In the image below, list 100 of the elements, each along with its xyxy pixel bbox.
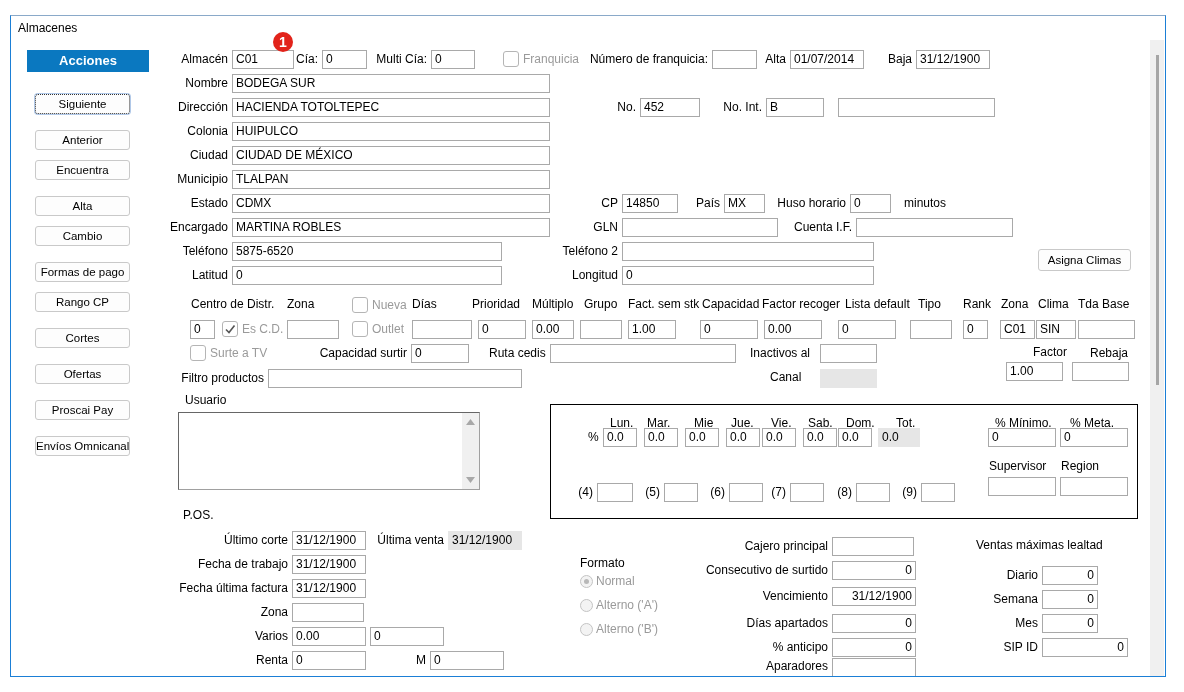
input-field[interactable]: 0 bbox=[322, 50, 367, 69]
sidebar-button[interactable]: Ofertas bbox=[35, 364, 130, 384]
input-field[interactable]: 0 bbox=[190, 320, 215, 339]
input-field[interactable]: MX bbox=[724, 194, 765, 213]
input-field[interactable]: 0 bbox=[431, 50, 475, 69]
input-field[interactable] bbox=[910, 320, 952, 339]
input-field[interactable] bbox=[832, 537, 914, 556]
input-field[interactable]: 0.0 bbox=[644, 428, 678, 447]
sidebar-button[interactable]: Alta bbox=[35, 196, 130, 216]
input-field[interactable]: 0.0 bbox=[726, 428, 760, 447]
input-field[interactable]: C01 bbox=[1000, 320, 1035, 339]
input-field[interactable]: 0.0 bbox=[603, 428, 637, 447]
assign-button[interactable]: Asigna Climas bbox=[1038, 249, 1131, 271]
sidebar-button[interactable]: Proscai Pay bbox=[35, 400, 130, 420]
input-field[interactable]: CDMX bbox=[232, 194, 550, 213]
input-field[interactable]: 0.0 bbox=[685, 428, 719, 447]
input-field[interactable] bbox=[268, 369, 522, 388]
sidebar-button[interactable]: Encuentra bbox=[35, 160, 130, 180]
input-field[interactable]: 0 bbox=[232, 266, 502, 285]
input-field[interactable]: 0.0 bbox=[838, 428, 872, 447]
input-field[interactable] bbox=[838, 98, 995, 117]
input-field[interactable]: 0 bbox=[430, 651, 504, 670]
input-field[interactable]: 0 bbox=[292, 651, 366, 670]
input-field[interactable]: 0.0 bbox=[803, 428, 837, 447]
input-field[interactable] bbox=[856, 218, 1013, 237]
input-field[interactable] bbox=[712, 50, 757, 69]
field-label: Días bbox=[412, 297, 437, 312]
field-label: Ruta cedis bbox=[489, 346, 546, 361]
input-field[interactable] bbox=[1060, 477, 1128, 496]
sidebar-button[interactable]: Rango CP bbox=[35, 292, 130, 312]
input-field[interactable] bbox=[664, 483, 698, 502]
input-field[interactable]: 0 bbox=[1042, 590, 1098, 609]
input-field[interactable]: B bbox=[766, 98, 824, 117]
input-field[interactable]: 14850 bbox=[622, 194, 678, 213]
input-field[interactable] bbox=[856, 483, 890, 502]
sidebar-button[interactable]: Siguiente bbox=[35, 94, 130, 114]
sidebar-button[interactable]: Formas de pago bbox=[35, 262, 130, 282]
input-field[interactable]: 0 bbox=[988, 428, 1056, 447]
input-field[interactable]: HACIENDA TOTOLTEPEC bbox=[232, 98, 550, 117]
input-field[interactable]: 0 bbox=[478, 320, 526, 339]
input-field[interactable]: SIN bbox=[1036, 320, 1076, 339]
down-arrow-icon[interactable] bbox=[466, 477, 475, 483]
input-field[interactable]: 0 bbox=[963, 320, 988, 339]
sidebar-button[interactable]: Cambio bbox=[35, 226, 130, 246]
input-field[interactable] bbox=[1078, 320, 1135, 339]
input-field[interactable] bbox=[790, 483, 824, 502]
input-field[interactable]: 01/07/2014 bbox=[790, 50, 864, 69]
input-field[interactable]: 0 bbox=[1042, 638, 1128, 657]
input-field[interactable] bbox=[832, 658, 916, 676]
input-field[interactable]: 0.00 bbox=[764, 320, 822, 339]
input-field[interactable]: 452 bbox=[640, 98, 700, 117]
user-list[interactable] bbox=[178, 412, 480, 490]
input-field[interactable]: 0 bbox=[1042, 614, 1098, 633]
input-field[interactable]: BODEGA SUR bbox=[232, 74, 550, 93]
input-field[interactable] bbox=[292, 603, 364, 622]
input-field[interactable] bbox=[921, 483, 955, 502]
input-field[interactable]: 0.00 bbox=[292, 627, 366, 646]
input-field[interactable]: 31/12/1900 bbox=[832, 587, 916, 606]
input-field[interactable]: C01 bbox=[232, 50, 294, 69]
input-field[interactable] bbox=[550, 344, 736, 363]
input-field[interactable]: 0 bbox=[700, 320, 758, 339]
input-field[interactable]: 0 bbox=[622, 266, 874, 285]
field-label: GLN bbox=[593, 220, 618, 235]
sidebar-button[interactable]: Anterior bbox=[35, 130, 130, 150]
input-field[interactable]: 0.0 bbox=[762, 428, 796, 447]
sidebar-button[interactable]: Cortes bbox=[35, 328, 130, 348]
input-field[interactable] bbox=[1072, 362, 1129, 381]
input-field[interactable]: TLALPAN bbox=[232, 170, 550, 189]
input-field[interactable] bbox=[412, 320, 472, 339]
input-field[interactable]: 0 bbox=[832, 561, 916, 580]
sidebar-button[interactable]: Envíos Omnicanal bbox=[35, 436, 130, 456]
input-field[interactable]: 31/12/1900 bbox=[292, 531, 366, 550]
input-field[interactable] bbox=[988, 477, 1056, 496]
input-field[interactable]: HUIPULCO bbox=[232, 122, 550, 141]
up-arrow-icon[interactable] bbox=[466, 419, 475, 425]
input-field[interactable]: 0 bbox=[850, 194, 891, 213]
input-field[interactable]: 31/12/1900 bbox=[292, 555, 366, 574]
input-field[interactable]: 0 bbox=[1042, 566, 1098, 585]
input-field[interactable]: 0 bbox=[838, 320, 896, 339]
input-field[interactable]: 1.00 bbox=[1006, 362, 1063, 381]
input-field[interactable] bbox=[287, 320, 339, 339]
input-field[interactable]: 0 bbox=[832, 614, 916, 633]
input-field[interactable]: 0 bbox=[832, 638, 916, 657]
input-field[interactable] bbox=[622, 242, 874, 261]
input-field[interactable] bbox=[580, 320, 622, 339]
scrollbar[interactable] bbox=[1150, 40, 1164, 676]
input-field[interactable]: 5875-6520 bbox=[232, 242, 502, 261]
input-field[interactable]: CIUDAD DE MÉXICO bbox=[232, 146, 550, 165]
input-field[interactable]: 31/12/1900 bbox=[916, 50, 990, 69]
input-field[interactable]: 0 bbox=[370, 627, 444, 646]
input-field[interactable] bbox=[729, 483, 763, 502]
input-field[interactable] bbox=[597, 483, 633, 502]
input-field[interactable]: 31/12/1900 bbox=[292, 579, 366, 598]
input-field[interactable]: 0.00 bbox=[532, 320, 574, 339]
input-field[interactable] bbox=[820, 344, 877, 363]
input-field[interactable] bbox=[622, 218, 778, 237]
input-field[interactable]: MARTINA ROBLES bbox=[232, 218, 550, 237]
input-field[interactable]: 0 bbox=[1060, 428, 1128, 447]
input-field[interactable]: 1.00 bbox=[628, 320, 676, 339]
input-field[interactable]: 0 bbox=[411, 344, 469, 363]
